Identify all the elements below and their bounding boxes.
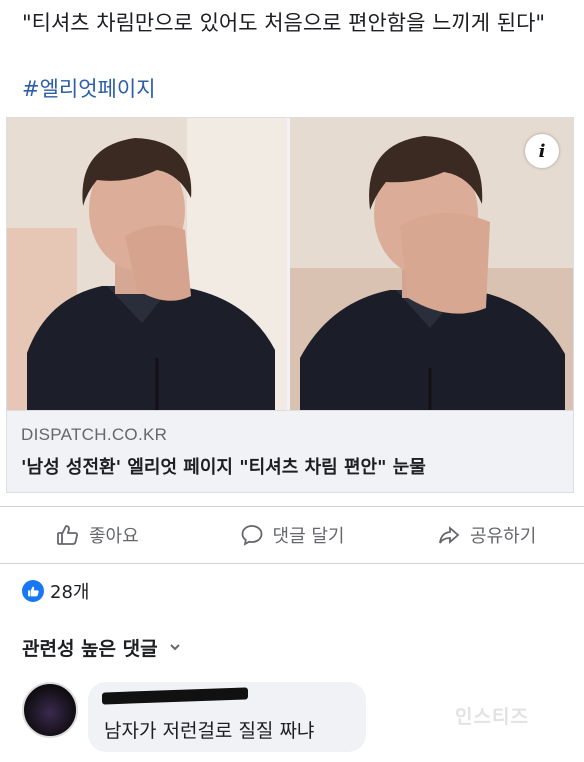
comment-icon [240,523,264,547]
watermark: 인스티즈 [455,706,529,728]
like-reaction-icon [22,580,44,602]
comment-text: 남자가 저런걸로 질질 짜냐 [104,720,315,742]
avatar[interactable] [22,682,78,738]
post-text: "티셔츠 차림만으로 있어도 처음으로 편안함을 느끼게 된다" [22,11,546,35]
share-button[interactable]: 공유하기 [389,507,584,563]
action-bar: 좋아요 댓글 달기 공유하기 [0,506,584,564]
comment-label: 댓글 달기 [272,526,345,547]
reaction-count: 28개 [50,582,90,603]
like-label: 좋아요 [88,526,139,547]
thumbs-up-icon [56,523,80,547]
link-meta: DISPATCH.CO.KR '남성 성전환' 엘리엇 페이지 "티셔츠 차림 … [7,410,573,492]
hashtag-link[interactable]: #엘리엇페이지 [22,74,156,104]
sort-label: 관련성 높은 댓글 [22,638,158,660]
redacted-author-name [102,687,248,705]
comment-bubble: 남자가 저런걸로 질질 짜냐 [88,682,366,752]
comment-sort-dropdown[interactable]: 관련성 높은 댓글 [22,634,182,661]
photo-left [7,118,287,410]
reaction-summary[interactable]: 28개 [22,578,89,604]
link-headline[interactable]: '남성 성전환' 엘리엇 페이지 "티셔츠 차림 편안" 눈물 [21,453,561,479]
comment-button[interactable]: 댓글 달기 [195,507,390,563]
share-label: 공유하기 [470,526,537,547]
photo-right: i [290,118,573,410]
like-button[interactable]: 좋아요 [0,507,195,563]
chevron-down-icon [168,637,182,659]
info-icon[interactable]: i [525,134,559,168]
link-source: DISPATCH.CO.KR [21,425,168,444]
link-preview-card[interactable]: i DISPATCH.CO.KR '남성 성전환' 엘리엇 페이지 "티셔츠 차… [6,117,574,493]
share-icon [437,523,461,547]
